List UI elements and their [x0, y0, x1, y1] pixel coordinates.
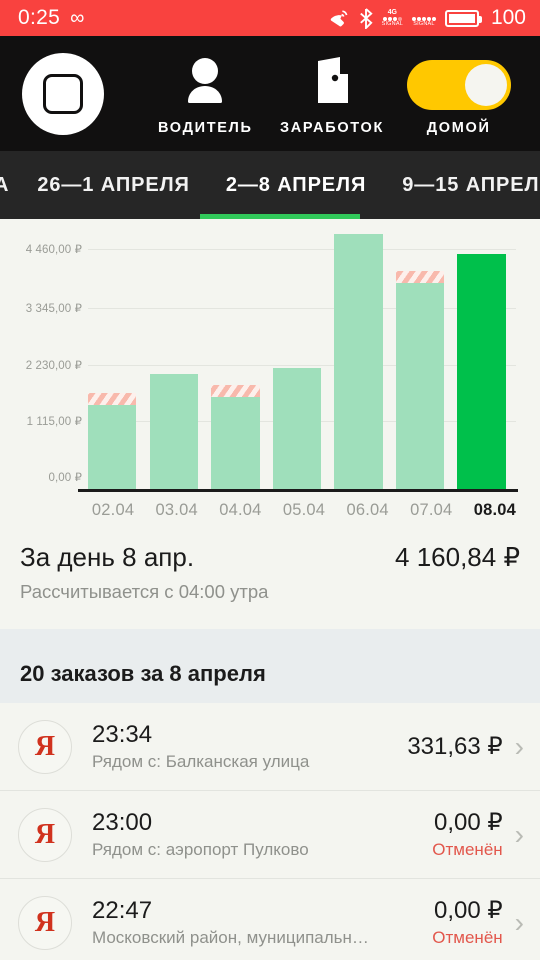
orders-header-title: 20 заказов за 8 апреля	[20, 661, 266, 686]
y-axis-label-4: 4 460,00 ₽	[25, 244, 82, 256]
chart-x-axis: 02.04 03.04 04.04 05.04 06.04 07.04 08.0…	[88, 501, 520, 520]
x-axis-label-03-04[interactable]: 03.04	[152, 501, 202, 520]
bluetooth-icon	[359, 7, 373, 29]
x-axis-label-07-04[interactable]: 07.04	[406, 501, 456, 520]
order-address: Рядом с: Балканская улица	[92, 752, 310, 772]
tab-previous-truncated[interactable]: А	[0, 151, 19, 219]
nav-item-earnings[interactable]: ЗАРАБОТОК	[269, 52, 396, 136]
yandex-logo-icon: Я	[34, 818, 56, 850]
home-button[interactable]	[22, 52, 104, 135]
avatar: Я	[18, 895, 72, 950]
battery-percent: 100	[490, 6, 526, 29]
table-row[interactable]: Я 23:34 Рядом с: Балканская улица 331,63…	[0, 703, 540, 791]
x-axis-label-04-04[interactable]: 04.04	[215, 501, 265, 520]
nav-item-home-label: ДОМОЙ	[426, 119, 491, 136]
day-summary-amount: 4 160,84 ₽	[395, 542, 520, 572]
earnings-bar-chart: 4 460,00 ₽ 3 345,00 ₽ 2 230,00 ₽ 1 115,0…	[0, 233, 526, 492]
nav-item-home-toggle[interactable]: ДОМОЙ	[395, 52, 522, 136]
bar-group-2[interactable]	[211, 237, 260, 489]
bar-03-04[interactable]	[149, 374, 199, 489]
earnings-chart-card: 4 460,00 ₽ 3 345,00 ₽ 2 230,00 ₽ 1 115,0…	[0, 219, 540, 520]
x-axis-label-05-04[interactable]: 05.04	[279, 501, 329, 520]
bar-05-04[interactable]	[272, 367, 322, 489]
missed-call-icon	[330, 10, 348, 27]
chart-baseline	[78, 489, 518, 492]
bar-02-04[interactable]	[88, 393, 137, 489]
home-square-icon	[22, 52, 104, 135]
table-row[interactable]: Я 23:00 Рядом с: аэропорт Пулково 0,00 ₽…	[0, 791, 540, 879]
bar-06-04[interactable]	[334, 233, 383, 489]
nav-item-driver-label: ВОДИТЕЛЬ	[157, 119, 253, 136]
order-time: 23:34	[92, 720, 153, 748]
sim1-signal-icon: 4G SIGNAL	[381, 8, 403, 27]
bar-stripe-pending	[88, 393, 137, 406]
nav-item-earnings-label: ЗАРАБОТОК	[279, 119, 385, 136]
chevron-right-icon[interactable]: ›	[515, 820, 524, 849]
bar-group-4[interactable]	[334, 233, 383, 489]
order-time: 22:47	[92, 896, 153, 924]
table-row[interactable]: Я 22:47 Московский район, муниципальн… 0…	[0, 879, 540, 960]
status-badge: Отменён	[432, 928, 503, 948]
order-amount-block: 331,63 ₽	[407, 733, 502, 761]
yandex-logo-icon: Я	[34, 730, 56, 762]
bar-07-04[interactable]	[395, 271, 445, 489]
tab-2-8-april[interactable]: 2—8 АПРЕЛЯ	[208, 151, 384, 219]
bar-04-04[interactable]	[211, 385, 260, 489]
top-navigation-bar: ВОДИТЕЛЬ ЗАРАБОТОК ДОМОЙ	[0, 36, 540, 151]
order-price: 0,00 ₽	[434, 808, 503, 836]
bar-group-3[interactable]	[272, 237, 322, 489]
avatar: Я	[18, 807, 72, 862]
order-details: 23:00 Рядом с: аэропорт Пулково	[92, 809, 432, 861]
infinity-icon: ∞	[70, 7, 85, 29]
y-axis-label-3: 3 345,00 ₽	[25, 303, 82, 315]
status-bar: 0:25 ∞ 4G SIGNAL SIGNAL 100	[0, 0, 540, 36]
section-divider	[0, 629, 540, 647]
week-tabs[interactable]: А 26—1 АПРЕЛЯ 2—8 АПРЕЛЯ 9—15 АПРЕЛЯ	[0, 151, 540, 219]
status-badge: Отменён	[432, 840, 503, 860]
bar-group-6[interactable]	[457, 237, 506, 489]
day-summary-title: За день 8 апр.	[20, 542, 195, 572]
battery-icon	[444, 9, 482, 27]
toggle-switch-icon[interactable]	[406, 52, 511, 110]
tab-9-15-april[interactable]: 9—15 АПРЕЛЯ	[384, 151, 540, 219]
order-address: Рядом с: аэропорт Пулково	[92, 840, 309, 860]
bar-08-04[interactable]	[457, 253, 506, 489]
x-axis-label-06-04[interactable]: 06.04	[343, 501, 393, 520]
chevron-right-icon[interactable]: ›	[515, 908, 524, 937]
chart-bars	[88, 233, 506, 489]
bar-group-5[interactable]	[395, 237, 445, 489]
order-amount-block: 0,00 ₽ Отменён	[432, 809, 502, 861]
driver-person-icon	[179, 52, 231, 110]
avatar: Я	[18, 719, 72, 774]
y-axis-label-2: 2 230,00 ₽	[25, 360, 82, 372]
order-price: 331,63 ₽	[407, 732, 503, 760]
order-details: 23:34 Рядом с: Балканская улица	[92, 721, 407, 773]
order-price: 0,00 ₽	[434, 896, 503, 924]
sim2-signal-icon: SIGNAL	[411, 9, 436, 28]
y-axis-label-1: 1 115,00 ₽	[26, 416, 82, 428]
status-bar-icons: 4G SIGNAL SIGNAL 100	[328, 6, 526, 30]
bar-stripe-pending	[395, 271, 445, 284]
orders-header: 20 заказов за 8 апреля	[0, 647, 540, 703]
order-amount-block: 0,00 ₽ Отменён	[432, 897, 502, 949]
status-bar-clock: 0:25	[18, 6, 61, 29]
order-address: Московский район, муниципальн…	[92, 928, 369, 948]
nav-item-driver[interactable]: ВОДИТЕЛЬ	[142, 52, 269, 136]
x-axis-label-02-04[interactable]: 02.04	[88, 501, 138, 520]
yandex-logo-icon: Я	[34, 906, 56, 938]
x-axis-label-08-04[interactable]: 08.04	[470, 501, 520, 520]
order-time: 23:00	[92, 808, 153, 836]
day-summary: За день 8 апр. 4 160,84 ₽ Рассчитывается…	[0, 520, 540, 629]
chevron-right-icon[interactable]: ›	[515, 732, 524, 761]
tab-26-1-april[interactable]: 26—1 АПРЕЛЯ	[19, 151, 207, 219]
bar-stripe-pending	[211, 385, 260, 398]
bar-group-0[interactable]	[88, 237, 137, 489]
y-axis-label-0: 0,00 ₽	[48, 472, 82, 484]
bar-group-1[interactable]	[149, 237, 199, 489]
day-summary-subtitle: Рассчитывается с 04:00 утра	[20, 581, 269, 602]
wallet-icon	[306, 52, 358, 110]
order-details: 22:47 Московский район, муниципальн…	[92, 897, 432, 949]
